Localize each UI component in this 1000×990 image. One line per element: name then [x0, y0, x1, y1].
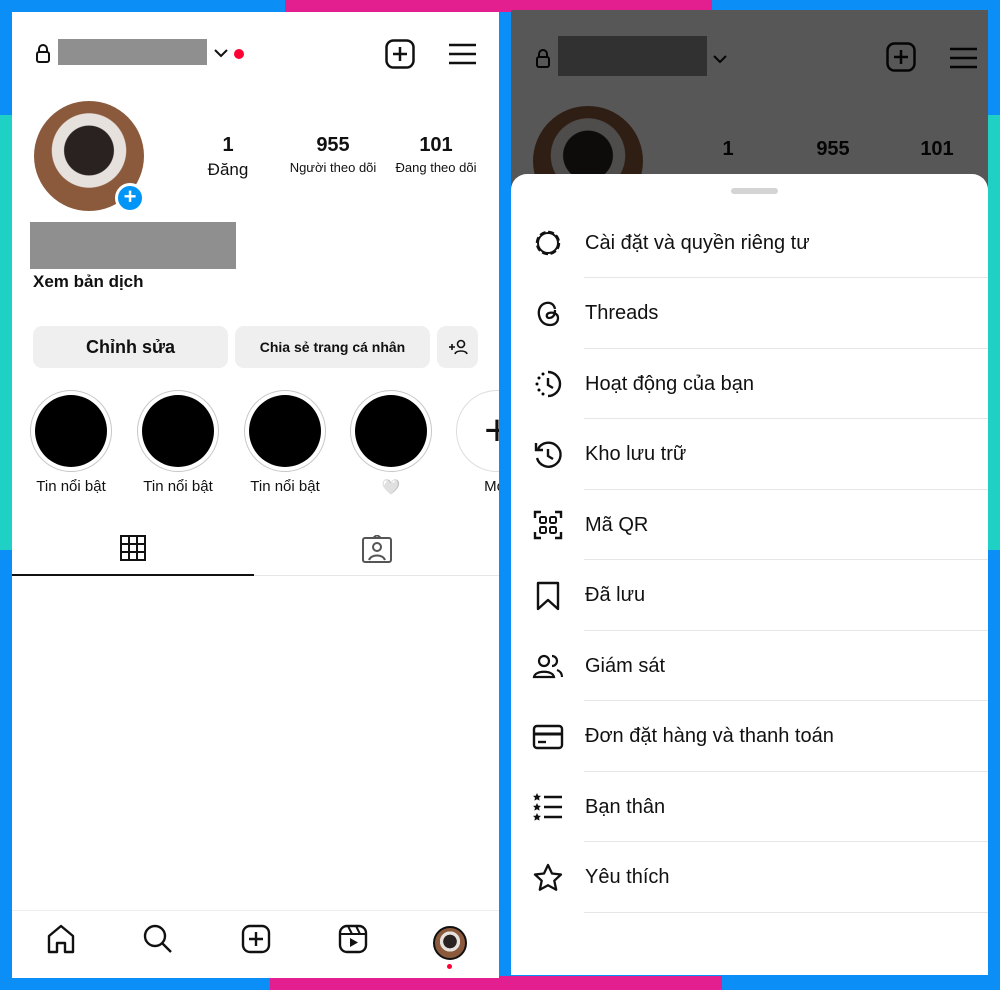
tab-grid[interactable]: [12, 522, 254, 576]
create-post-icon[interactable]: [241, 924, 271, 954]
add-story-icon[interactable]: +: [115, 183, 145, 213]
menu-item-label: Mã QR: [585, 513, 649, 536]
search-icon[interactable]: [143, 924, 173, 954]
highlight-cover: [350, 390, 432, 472]
frame-strip-pink-bottom: [270, 976, 722, 990]
menu-screen: 1 955 101 Cài đặt và quyền riêng tưThrea…: [511, 10, 988, 975]
menu-item-label: Giám sát: [585, 654, 666, 677]
highlight-cover: [30, 390, 112, 472]
menu-item-label: Đơn đặt hàng và thanh toán: [585, 725, 834, 747]
menu-item-archive[interactable]: Kho lưu trữ: [511, 420, 988, 490]
add-person-icon: [448, 339, 468, 355]
supervision-icon: [511, 652, 585, 680]
highlight-cover: [137, 390, 219, 472]
settings-icon: [511, 228, 585, 258]
followers-count: 955: [316, 134, 350, 156]
qr-code-icon: [511, 510, 585, 540]
star-icon: [511, 863, 585, 893]
reels-icon[interactable]: [338, 924, 368, 954]
menu-bottom-sheet: Cài đặt và quyền riêng tư Threads Hoạt độn…: [511, 174, 988, 975]
highlight-item[interactable]: 🤍: [349, 390, 433, 496]
drag-handle[interactable]: [731, 188, 778, 194]
menu-item-label: Threads: [585, 302, 659, 324]
notification-dot: [234, 49, 244, 59]
menu-item-label: Cài đặt và quyền riêng tư: [585, 231, 810, 254]
lock-icon: [35, 43, 51, 63]
following-stat[interactable]: 101 Đang theo dõi: [381, 134, 491, 175]
menu-item-card[interactable]: Đơn đặt hàng và thanh toán: [511, 702, 988, 772]
highlight-label: Tin nổi bật: [250, 478, 320, 495]
menu-item-qr-code[interactable]: Mã QR: [511, 490, 988, 560]
menu-item-label: Yêu thích: [585, 866, 670, 888]
menu-item-label: Hoạt động của bạn: [585, 372, 755, 395]
card-icon: [511, 724, 585, 750]
new-highlight-item[interactable]: + Mới: [455, 390, 499, 495]
profile-screen: + 1 Đăng 955 Người theo dõi 101 Đang theo d…: [12, 12, 499, 978]
threads-icon: [511, 299, 585, 329]
menu-item-label: Bạn thân: [585, 795, 666, 818]
posts-count: 1: [222, 134, 234, 156]
menu-item-close-friends[interactable]: Bạn thân: [511, 772, 988, 842]
close-friends-icon: [511, 792, 585, 822]
bottom-nav: [12, 910, 499, 911]
followers-stat[interactable]: 955 Người theo dõi: [278, 134, 388, 175]
highlight-cover: [244, 390, 326, 472]
archive-icon: [511, 440, 585, 470]
menu-item-activity[interactable]: Hoạt động của bạn: [511, 349, 988, 419]
posts-stat[interactable]: 1 Đăng: [173, 134, 283, 180]
highlight-item[interactable]: Tin nổi bật: [243, 390, 327, 495]
highlight-item[interactable]: Tin nổi bật: [136, 390, 220, 495]
grid-icon: [120, 535, 146, 561]
activity-icon: [511, 369, 585, 399]
notification-dot: [447, 964, 452, 969]
frame-strip-teal-right: [988, 115, 1000, 550]
chevron-down-icon[interactable]: [214, 48, 228, 58]
bookmark-icon: [511, 581, 585, 611]
highlight-label: Mới: [484, 478, 499, 495]
share-profile-button[interactable]: Chia sẻ trang cá nhân: [235, 326, 430, 368]
menu-icon[interactable]: [449, 43, 476, 65]
menu-item-label: Đã lưu: [585, 584, 646, 606]
discover-people-button[interactable]: [437, 326, 478, 368]
menu-item-star[interactable]: Yêu thích: [511, 843, 988, 913]
tab-tagged[interactable]: [254, 522, 499, 576]
posts-label: Đăng: [207, 160, 249, 179]
translate-link[interactable]: Xem bản dịch: [33, 272, 144, 292]
create-icon[interactable]: [385, 39, 415, 69]
plus-icon: +: [456, 390, 499, 472]
following-count: 101: [419, 134, 453, 156]
highlight-label: Tin nổi bật: [36, 478, 106, 495]
highlight-item[interactable]: Tin nổi bật: [29, 390, 113, 495]
menu-item-settings[interactable]: Cài đặt và quyền riêng tư: [511, 208, 988, 278]
highlight-label: Tin nổi bật: [143, 478, 213, 495]
divider: [584, 911, 988, 913]
menu-item-supervision[interactable]: Giám sát: [511, 631, 988, 701]
menu-item-bookmark[interactable]: Đã lưu: [511, 561, 988, 631]
username-redacted[interactable]: [58, 39, 207, 65]
menu-item-label: Kho lưu trữ: [585, 443, 687, 465]
profile-tab-avatar[interactable]: [433, 926, 467, 960]
bio-redacted: [30, 222, 236, 269]
tagged-person-icon: [361, 534, 392, 563]
following-label: Đang theo dõi: [395, 160, 477, 175]
followers-label: Người theo dõi: [289, 160, 377, 175]
highlight-label: 🤍: [381, 479, 401, 496]
menu-item-threads[interactable]: Threads: [511, 279, 988, 349]
home-icon[interactable]: [46, 924, 76, 954]
edit-profile-button[interactable]: Chỉnh sửa: [33, 326, 228, 368]
